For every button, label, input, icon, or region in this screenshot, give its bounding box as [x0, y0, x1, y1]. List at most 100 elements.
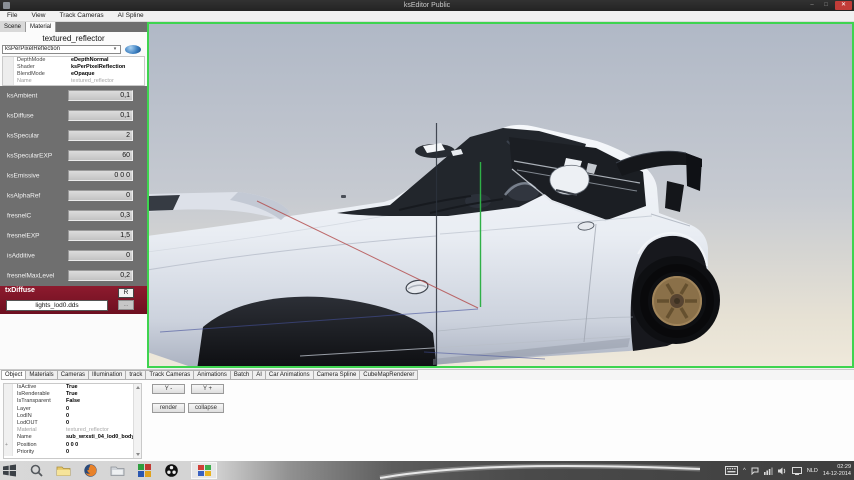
menu-file[interactable]: File — [0, 11, 24, 21]
menu-track-cameras[interactable]: Track Cameras — [52, 11, 110, 21]
object-property-grid: IsActive True IsRenderable True IsTranspar… — [3, 383, 142, 459]
tab-material[interactable]: Material — [26, 22, 57, 32]
slider-fresnelC: fresnelC 0,3 — [0, 206, 147, 226]
material-info-grid: DepthMode eDepthNormal Shader ksPerPixelRe… — [2, 56, 145, 86]
start-button[interactable] — [2, 463, 17, 478]
object-panel: IsActive True IsRenderable True IsTranspar… — [0, 380, 854, 461]
material-panel-tabs: Scene Material — [0, 22, 147, 32]
slider-ksEmissive: ksEmissive 0 0 0 — [0, 166, 147, 186]
texture-slot-name: txDiffuse — [5, 287, 35, 294]
info-row[interactable]: Name textured_reflector — [3, 78, 144, 85]
y-minus-button[interactable]: Y - — [152, 384, 185, 394]
viewport-canvas[interactable] — [149, 24, 852, 366]
slider-track[interactable]: 0 — [68, 190, 133, 201]
tab-animations[interactable]: Animations — [193, 370, 231, 380]
slider-isAdditive: isAdditive 0 — [0, 246, 147, 266]
property-row[interactable]: Position0 0 0 — [4, 441, 141, 449]
property-row[interactable]: IsTransparent False — [4, 398, 141, 406]
render-button[interactable]: render — [152, 403, 185, 413]
system-tray: ^ NLD 02:29 14-12-2014 — [725, 461, 851, 480]
clock[interactable]: 02:29 14-12-2014 — [823, 464, 851, 477]
tab-illumination[interactable]: Illumination — [88, 370, 127, 380]
tab-cameras[interactable]: Cameras — [56, 370, 90, 380]
texture-file-field[interactable]: lights_lod0.dds — [6, 300, 108, 311]
slider-track[interactable]: 0,3 — [68, 210, 133, 221]
slider-ksSpecularEXP: ksSpecularEXP 60 — [0, 146, 147, 166]
file-explorer-icon[interactable] — [56, 463, 71, 478]
slider-track[interactable]: 0,1 — [68, 90, 133, 101]
slider-track[interactable]: 2 — [68, 130, 133, 141]
obs-icon[interactable] — [164, 463, 179, 478]
firefox-icon[interactable] — [83, 463, 98, 478]
volume-icon[interactable] — [777, 462, 787, 480]
property-row[interactable]: Material textured_reflector — [4, 427, 141, 435]
tab-scene[interactable]: Scene — [0, 22, 27, 32]
property-row[interactable]: IsActive True — [4, 384, 141, 392]
menu-view[interactable]: View — [24, 11, 52, 21]
material-panel: Scene Material textured_reflector ksPerP… — [0, 22, 147, 369]
material-name-title: textured_reflector — [42, 34, 105, 43]
window-title: ksEditor Public — [403, 2, 451, 9]
slider-track[interactable]: 0,1 — [68, 110, 133, 121]
tab-materials[interactable]: Materials — [25, 370, 58, 380]
texture-slot-txDiffuse: txDiffuse R lights_lod0.dds ... — [0, 286, 147, 314]
maximize-button[interactable]: □ — [820, 1, 832, 10]
slider-track[interactable]: 0 0 0 — [68, 170, 133, 181]
slider-ksAmbient: ksAmbient 0,1 — [0, 86, 147, 106]
slider-ksDiffuse: ksDiffuse 0,1 — [0, 106, 147, 126]
taskbar: ^ NLD 02:29 14-12-2014 — [0, 461, 854, 480]
texture-browse-button[interactable]: ... — [118, 300, 134, 310]
viewport[interactable] — [147, 22, 854, 368]
tab-car-animations[interactable]: Car Animations — [264, 370, 314, 380]
tab-ai[interactable]: AI — [252, 370, 266, 380]
ksEditor-window: ksEditor Public – □ ✕ File View Track Ca… — [0, 0, 854, 480]
tab-track[interactable]: track — [125, 370, 147, 380]
active-app-button[interactable] — [191, 462, 217, 479]
property-row[interactable]: Layer 0 — [4, 405, 141, 413]
display-icon[interactable] — [791, 462, 802, 480]
tab-track-cameras[interactable]: Track Cameras — [145, 370, 195, 380]
slider-fresnelEXP: fresnelEXP 1,5 — [0, 226, 147, 246]
info-row[interactable]: DepthMode eDepthNormal — [3, 57, 144, 64]
close-button[interactable]: ✕ — [835, 1, 852, 10]
reload-shader-icon[interactable] — [125, 45, 141, 54]
side-mirror — [549, 164, 590, 196]
property-row[interactable]: Name sub_wrxsti_04_lod0_body — [4, 434, 141, 442]
slider-fresnelMaxLevel: fresnelMaxLevel 0,2 — [0, 266, 147, 286]
shader-sliders: ksAmbient 0,1 ksDiffuse 0,1 ksSpecular 2 ks… — [0, 86, 147, 286]
menu-ai-spline[interactable]: AI Spline — [111, 11, 151, 21]
tab-camera-spline[interactable]: Camera Spline — [312, 370, 361, 380]
clock-date: 14-12-2014 — [822, 470, 851, 477]
slider-track[interactable]: 60 — [68, 150, 133, 161]
network-icon[interactable] — [763, 462, 773, 480]
scrollbar[interactable] — [133, 384, 141, 458]
wallpaper-swoosh — [379, 463, 701, 480]
property-row[interactable]: LodOUT 0 — [4, 419, 141, 428]
slider-track[interactable]: 1,5 — [68, 230, 133, 241]
tab-cubemaprenderer[interactable]: CubeMapRenderer — [359, 370, 419, 380]
tab-batch[interactable]: Batch — [229, 370, 254, 380]
property-row[interactable]: Priority 0 — [4, 448, 141, 456]
property-row[interactable]: IsRenderable True — [4, 391, 141, 399]
action-center-icon[interactable] — [751, 462, 759, 480]
folder-icon[interactable] — [110, 463, 125, 478]
info-row[interactable]: BlendMode eOpaque — [3, 71, 144, 78]
tab-object[interactable]: Object — [1, 370, 27, 380]
property-row[interactable]: LodIN 0 — [4, 412, 141, 420]
language-indicator[interactable]: NLD — [807, 468, 818, 474]
slider-track[interactable]: 0 — [68, 250, 133, 261]
texture-reload-button[interactable]: R — [118, 288, 134, 298]
search-icon[interactable] — [29, 463, 44, 478]
keyboard-icon[interactable] — [725, 462, 739, 480]
info-row[interactable]: Shader ksPerPixelReflection — [3, 64, 144, 71]
kseditor-icon[interactable] — [137, 463, 152, 478]
title-bar: ksEditor Public – □ ✕ — [0, 0, 854, 11]
collapse-button[interactable]: collapse — [188, 403, 224, 413]
slider-ksAlphaRef: ksAlphaRef 0 — [0, 186, 147, 206]
slider-track[interactable]: 0,2 — [68, 270, 133, 281]
menu-bar: File View Track Cameras AI Spline — [0, 11, 854, 22]
shader-dropdown[interactable]: ksPerPixelReflection ▾ — [2, 45, 121, 54]
y-plus-button[interactable]: Y + — [191, 384, 224, 394]
hidden-icons-caret[interactable]: ^ — [743, 468, 746, 474]
minimize-button[interactable]: – — [806, 1, 818, 10]
